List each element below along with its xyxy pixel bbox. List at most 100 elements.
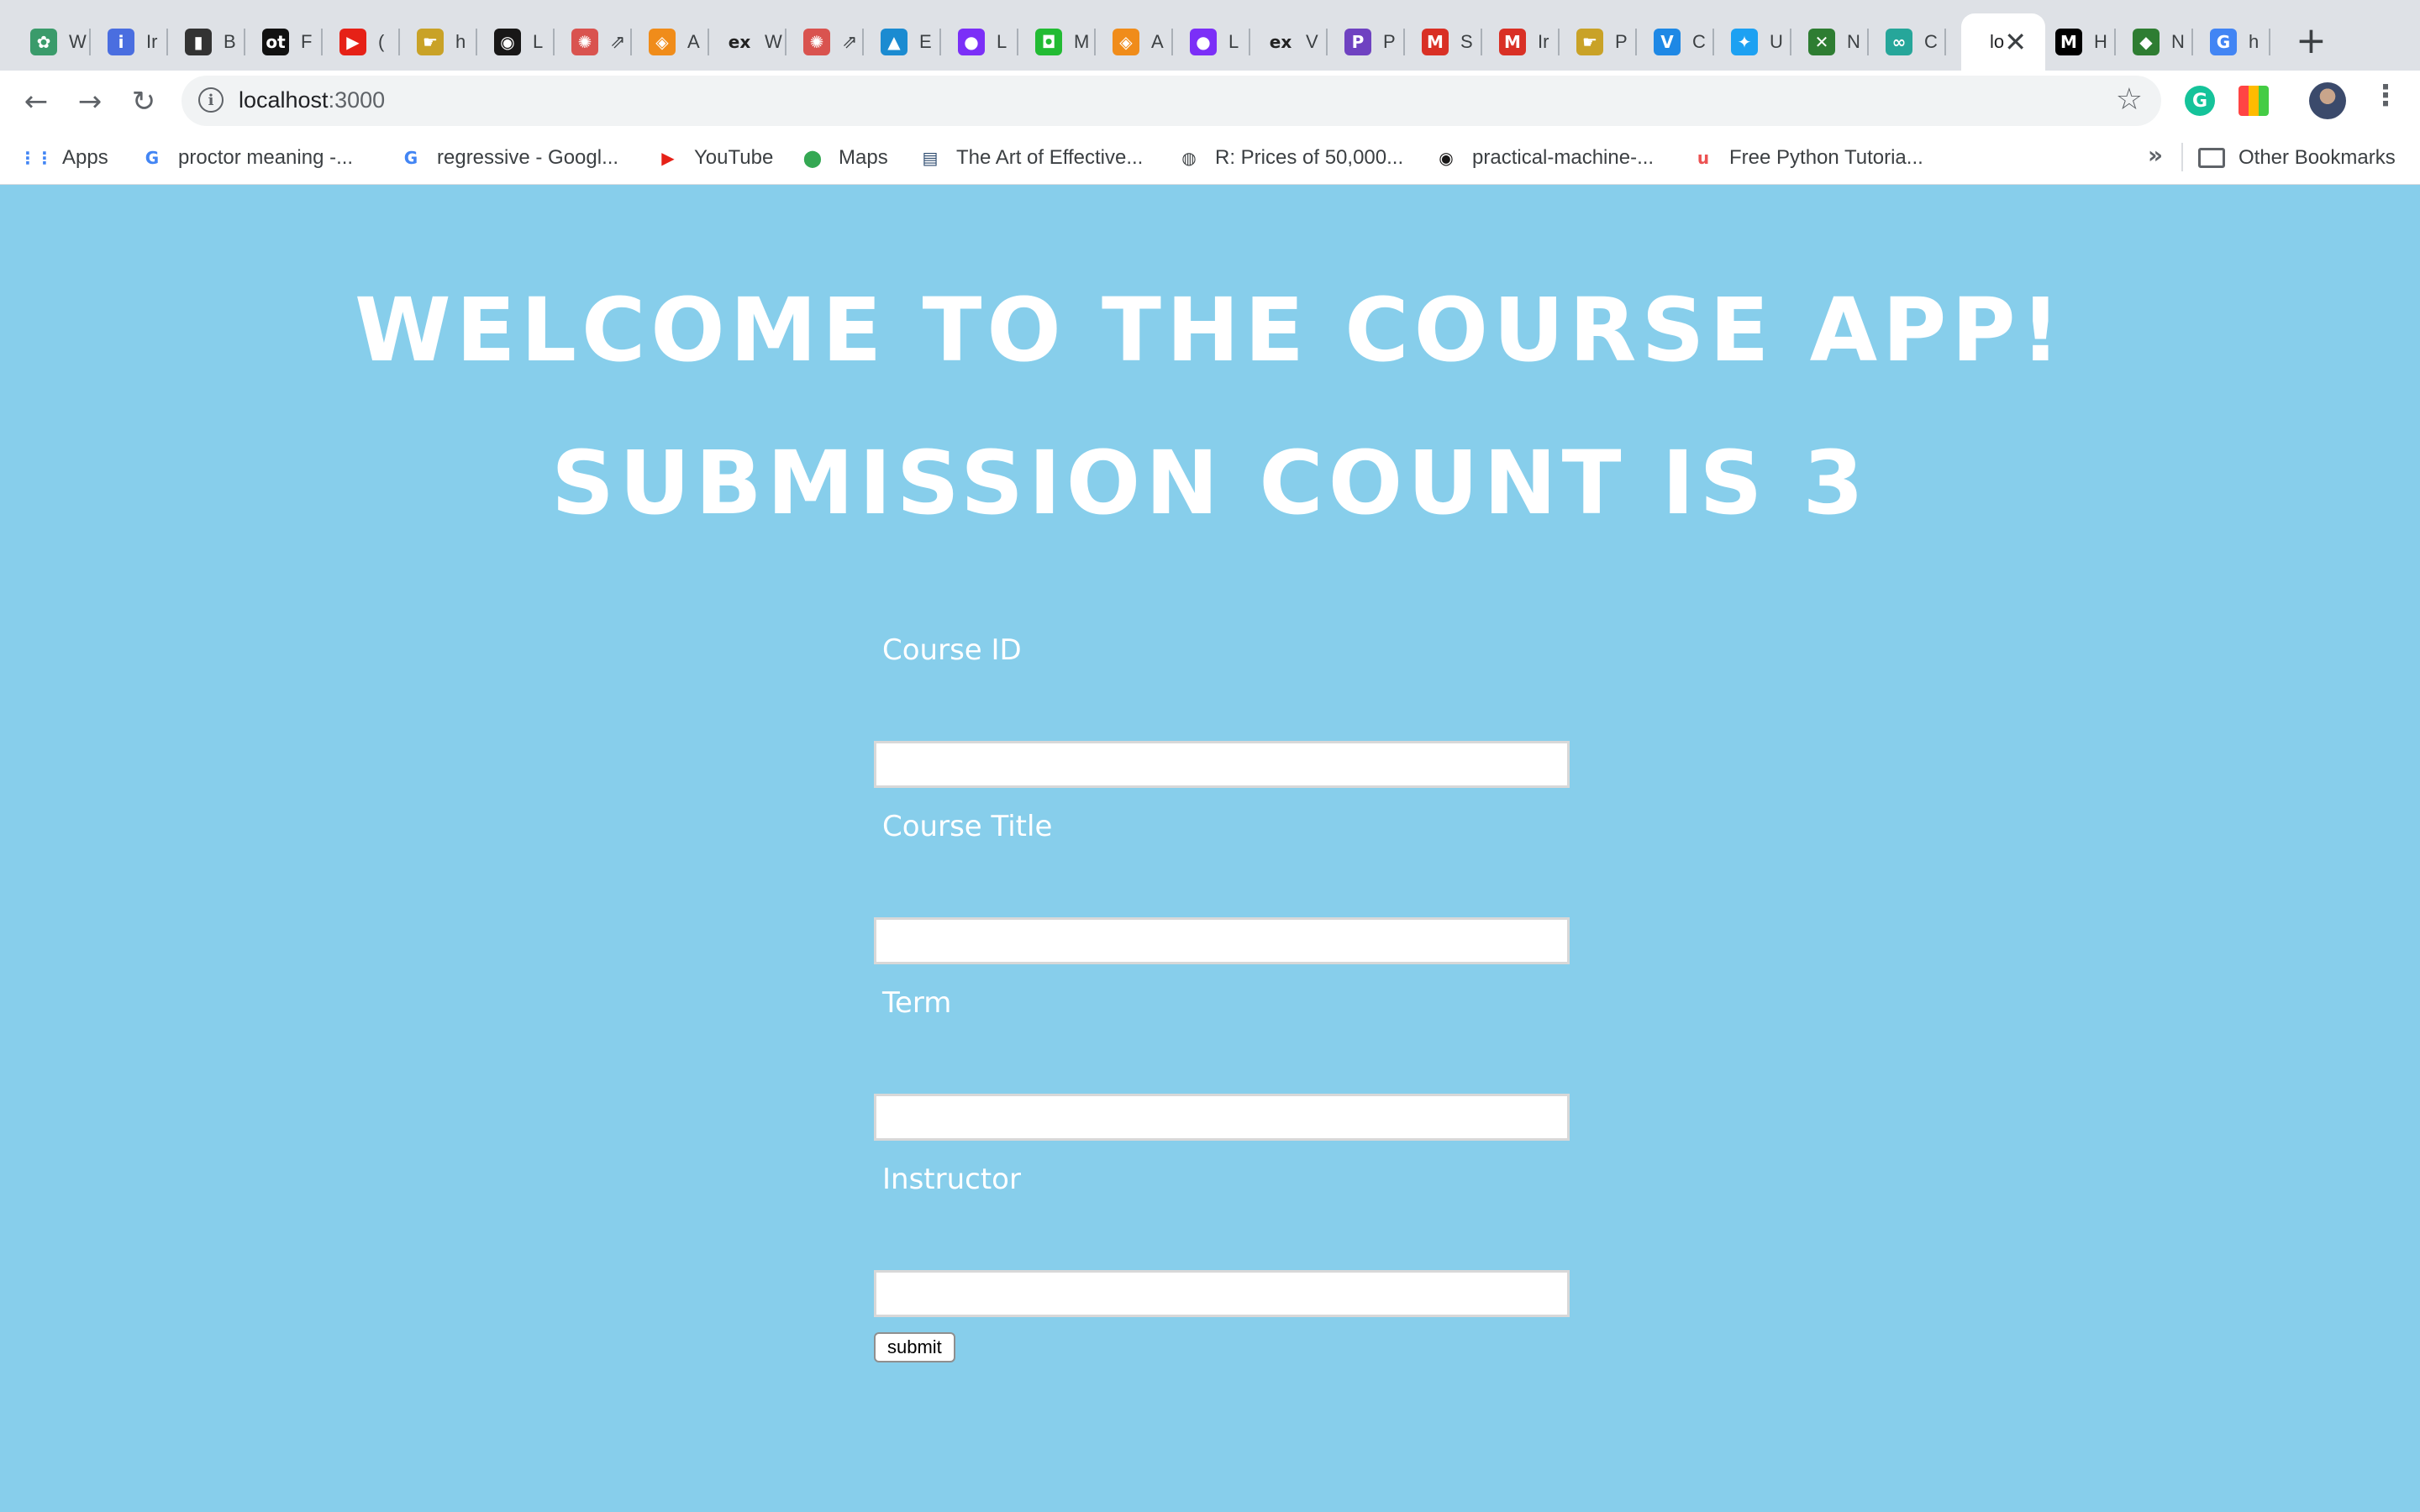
globe-icon: ◍ (1181, 148, 1197, 168)
other-bookmarks-label: Other Bookmarks (2238, 146, 2396, 169)
bookmark-item[interactable]: u Free Python Tutoria... (1691, 143, 1923, 173)
browser-tab[interactable]: ◉ L (477, 17, 555, 67)
browser-tab[interactable]: Gh (2193, 17, 2270, 67)
browser-tab[interactable]: ✿ W (13, 17, 91, 67)
browser-tab[interactable]: ▶( (323, 17, 400, 67)
tab-title: h (2249, 31, 2260, 52)
bookmark-label: practical-machine-... (1472, 146, 1655, 169)
profile-avatar[interactable] (2309, 82, 2346, 119)
browser-tab[interactable]: M Ir (1482, 17, 1560, 67)
tab-title: E (919, 31, 932, 52)
reload-button[interactable]: ↻ (126, 84, 161, 119)
bookmark-item[interactable]: ◉ practical-machine-... (1434, 143, 1654, 173)
bookmark-label: Maps (839, 146, 888, 169)
browser-tab[interactable]: MS (1405, 17, 1482, 67)
browser-tab[interactable]: lo ✕ (1961, 13, 2045, 71)
course-id-label: Course ID (882, 633, 1022, 667)
twitter-icon: ✦ (1731, 29, 1758, 55)
browser-tab[interactable]: ● L (1173, 17, 1250, 67)
bookmark-label: YouTube (694, 146, 774, 169)
browser-tab[interactable]: VC (1637, 17, 1714, 67)
tab-title: Ir (1538, 31, 1549, 52)
github-icon: ◉ (494, 29, 521, 55)
browser-tab[interactable]: ✦ U (1714, 17, 1791, 67)
submission-count-heading: SUBMISSION COUNT IS 3 (551, 432, 1869, 534)
browser-tab[interactable]: i Ir (91, 17, 168, 67)
browser-tab[interactable]: ◆ N (2116, 17, 2193, 67)
address-url[interactable]: localhost:3000 (239, 87, 385, 113)
bookmark-item[interactable]: Gproctor meaning -... (139, 143, 353, 173)
bookmark-item[interactable]: ◍ R: Prices of 50,000... (1176, 143, 1403, 173)
diamond-icon: ◆ (2133, 29, 2160, 55)
browser-tab[interactable]: ▲ E (864, 17, 941, 67)
more-bookmarks-chevron-icon[interactable]: » (2148, 141, 2163, 169)
browser-tab[interactable]: ✺ ⇗ (786, 17, 864, 67)
tab-title: W (69, 31, 87, 52)
tab-title: M (1074, 31, 1090, 52)
browser-tab[interactable]: ◘ M (1018, 17, 1096, 67)
blob-icon: ● (958, 29, 985, 55)
tab-title: N (1847, 31, 1860, 52)
tab-strip: ✿ Wi Ir ▮ Bot F ▶(☛ h ◉ L ✺ ⇗ ◈ Aex W ✺ ⇗ ▲ E ● L ◘ M ◈ A ● Lex V P P… (0, 0, 2420, 71)
bookmark-item[interactable]: ▶ YouTube (655, 143, 773, 173)
browser-tab[interactable]: ∞ C (1869, 17, 1946, 67)
tab-title: L (533, 31, 544, 52)
gmail-icon: M (1499, 29, 1526, 55)
tab-title: B (224, 31, 236, 52)
address-bar[interactable]: i localhost:3000 ☆ (182, 76, 2161, 126)
v-icon: V (1654, 29, 1681, 55)
browser-menu-icon[interactable]: ⋮ (2371, 79, 2400, 113)
browser-tab[interactable]: ex W (709, 17, 786, 67)
color-extension-icon[interactable] (2238, 86, 2269, 116)
term-input[interactable] (874, 1094, 1570, 1141)
bookmark-item[interactable]: ⋮⋮ Apps (19, 143, 108, 173)
browser-tab[interactable]: ✕ N (1791, 17, 1869, 67)
course-id-input[interactable] (874, 741, 1570, 788)
tab-title: ⇗ (842, 31, 858, 52)
new-tab-button[interactable]: + (2296, 20, 2327, 62)
browser-tab[interactable]: ✺ ⇗ (555, 17, 632, 67)
browser-tab[interactable]: ◈ A (632, 17, 709, 67)
bookmark-label: proctor meaning -... (178, 146, 354, 169)
browser-tab[interactable]: ▮ B (168, 17, 245, 67)
instructor-input[interactable] (874, 1270, 1570, 1317)
bookmark-item[interactable]: Gregressive - Googl... (398, 143, 618, 173)
close-tab-icon[interactable]: ✕ (2004, 29, 2027, 55)
browser-tab[interactable]: ● L (941, 17, 1018, 67)
course-title-input[interactable] (874, 917, 1570, 964)
other-bookmarks-folder[interactable]: Other Bookmarks (2198, 143, 2396, 173)
browser-tab[interactable]: MH (2039, 17, 2116, 67)
browser-tab[interactable]: ☛ h (400, 17, 477, 67)
x-icon: ✕ (1808, 29, 1835, 55)
bookmark-star-icon[interactable]: ☆ (2116, 82, 2143, 117)
forward-button[interactable]: → (72, 84, 108, 119)
bookmark-item[interactable]: ▤ The Art of Effective... (918, 143, 1144, 173)
tab-title: Ir (146, 31, 158, 52)
instructor-label: Instructor (882, 1163, 1021, 1196)
lotus-icon: ✿ (30, 29, 57, 55)
page-content: WELCOME TO THE COURSE APP! SUBMISSION CO… (0, 185, 2420, 1512)
back-button[interactable]: ← (18, 84, 54, 119)
wheel-icon: ✺ (571, 29, 598, 55)
browser-tab[interactable]: ◈ A (1096, 17, 1173, 67)
udemy-icon: u (1697, 148, 1710, 168)
browser-toolbar: ← → ↻ i localhost:3000 ☆ G ⋮ (0, 71, 2420, 131)
bookmark-label: regressive - Googl... (437, 146, 619, 169)
hand-icon: ☛ (1576, 29, 1603, 55)
browser-tab[interactable]: ☛ P (1560, 17, 1637, 67)
submit-button[interactable]: submit (874, 1332, 955, 1362)
tab-title: H (2094, 31, 2107, 52)
info-icon: i (108, 29, 134, 55)
bookmark-item[interactable]: ⬤ Maps (800, 143, 888, 173)
browser-tab[interactable]: PP (1328, 17, 1405, 67)
grammarly-extension-icon[interactable]: G (2185, 86, 2215, 116)
wheel-icon: ✺ (803, 29, 830, 55)
term-label: Term (882, 986, 952, 1020)
site-info-icon[interactable]: i (198, 87, 224, 113)
link-icon: ∞ (1886, 29, 1912, 55)
browser-tab[interactable]: ex V (1250, 17, 1328, 67)
tab-title: P (1615, 31, 1628, 52)
medium-icon: M (2055, 29, 2082, 55)
browser-tab[interactable]: ot F (245, 17, 323, 67)
google-icon: G (145, 148, 160, 168)
